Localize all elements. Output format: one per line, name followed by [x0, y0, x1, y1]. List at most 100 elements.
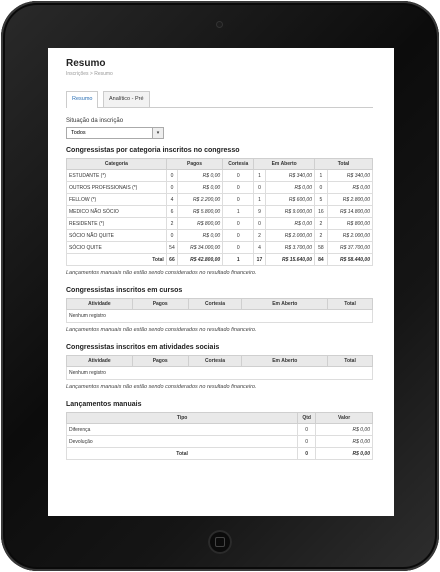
filter-label: Situação da inscrição: [66, 118, 124, 124]
total-row: Total 0 R$ 0,00: [65, 447, 373, 460]
cell: R$ 37.700,00: [326, 241, 374, 254]
cell: R$ 0,00: [326, 181, 374, 194]
cell: 0: [165, 169, 179, 182]
cell: 16: [313, 205, 328, 218]
screen: Resumo Inscrições > Resumo Resumo Analít…: [48, 48, 394, 516]
cell: 0: [222, 241, 255, 254]
col-pagos: Pagos: [131, 298, 189, 310]
cell: 1: [253, 169, 266, 182]
cell: 0: [253, 181, 266, 194]
cell: R$ 3.700,00: [264, 241, 315, 254]
cell: 0: [297, 423, 317, 436]
cell: R$ 2.800,00: [326, 193, 374, 206]
cell: Devolução: [65, 435, 299, 448]
financial-note: Lançamentos manuais não estão sendo cons…: [66, 327, 257, 333]
empty-row: Nenhum registro: [66, 309, 373, 323]
cell: 0: [222, 229, 255, 242]
cell: R$ 0,00: [315, 447, 373, 460]
financial-note: Lançamentos manuais não estão sendo cons…: [66, 270, 257, 276]
cell: 0: [222, 217, 255, 230]
table-row: Diferença 0 R$ 0,00: [65, 423, 373, 436]
table-row: SÓCIO NÃO QUITE 0 R$ 0,00 0 2 R$ 2.000,0…: [66, 229, 374, 242]
cell: 1: [222, 253, 255, 266]
page-title: Resumo: [66, 58, 106, 69]
cursos-table: Atividade Pagos Cortesia Em Aberto Total…: [66, 298, 373, 323]
home-square-icon: [215, 537, 225, 547]
cursos-title: Congressistas inscritos em cursos: [66, 287, 183, 294]
col-em-aberto: Em Aberto: [241, 355, 329, 367]
cell: R$ 58.440,00: [326, 253, 374, 266]
cell: 4: [165, 193, 179, 206]
congressistas-table: Categoria Pagos Cortesia Em Aberto Total…: [66, 158, 374, 266]
table-row: RESIDENTE (*) 2 R$ 800,00 0 0 R$ 0,00 2 …: [66, 217, 374, 230]
cell: 84: [313, 253, 328, 266]
home-button[interactable]: [208, 530, 232, 554]
col-em-aberto: Em Aberto: [253, 158, 315, 170]
cell: 0: [165, 229, 179, 242]
cell: R$ 0,00: [177, 169, 224, 182]
cell: R$ 0,00: [264, 217, 315, 230]
cell: R$ 2.000,00: [326, 229, 374, 242]
table-row: FELLOW (*) 4 R$ 2.200,00 0 1 R$ 600,00 5…: [66, 193, 374, 206]
cell: R$ 34.000,00: [177, 241, 224, 254]
empty-message: Nenhum registro: [66, 366, 373, 380]
cell: 17: [253, 253, 266, 266]
cell: 0: [313, 181, 328, 194]
chevron-down-icon: ▾: [152, 128, 163, 138]
cell: 66: [165, 253, 179, 266]
situacao-select[interactable]: Todos ▾: [66, 127, 164, 139]
col-total: Total: [313, 158, 374, 170]
cell: 9: [253, 205, 266, 218]
tab-resumo[interactable]: Resumo: [66, 91, 99, 108]
cell: Total: [65, 447, 299, 460]
cell: SÓCIO QUITE: [66, 241, 167, 254]
cell: R$ 800,00: [177, 217, 224, 230]
cell: FELLOW (*): [66, 193, 167, 206]
cell: R$ 0,00: [177, 229, 224, 242]
cell: 1: [222, 205, 255, 218]
col-pagos: Pagos: [165, 158, 224, 170]
cell: 2: [253, 229, 266, 242]
manuais-table: Tipo Qtd Valor Diferença 0 R$ 0,00 Devol…: [65, 412, 373, 460]
situacao-select-value: Todos: [71, 130, 86, 136]
col-tipo: Tipo: [65, 412, 299, 424]
cell: R$ 2.200,00: [177, 193, 224, 206]
table-row: OUTROS PROFISSIONAIS (*) 0 R$ 0,00 0 0 R…: [66, 181, 374, 194]
col-pagos: Pagos: [131, 355, 189, 367]
manuais-title: Lançamentos manuais: [66, 401, 142, 408]
cell: 54: [165, 241, 179, 254]
cell: R$ 0,00: [177, 181, 224, 194]
cell: OUTROS PROFISSIONAIS (*): [66, 181, 167, 194]
sociais-title: Congressistas inscritos em atividades so…: [66, 344, 220, 351]
cell: Total: [66, 253, 167, 266]
tab-analitico-pre[interactable]: Analítico - Pré: [103, 91, 150, 107]
cell: 58: [313, 241, 328, 254]
cell: R$ 2.000,00: [264, 229, 315, 242]
col-total: Total: [327, 355, 373, 367]
cell: 0: [165, 181, 179, 194]
cell: R$ 42.800,00: [177, 253, 224, 266]
cell: R$ 15.640,00: [264, 253, 315, 266]
cell: 2: [313, 217, 328, 230]
cell: RESIDENTE (*): [66, 217, 167, 230]
col-atividade: Atividade: [66, 355, 133, 367]
col-cortesia: Cortesia: [222, 158, 255, 170]
cell: 2: [165, 217, 179, 230]
cell: SÓCIO NÃO QUITE: [66, 229, 167, 242]
col-valor: Valor: [315, 412, 373, 424]
cell: 5: [313, 193, 328, 206]
cell: 0: [253, 217, 266, 230]
cell: MEDICO NÃO SÓCIO: [66, 205, 167, 218]
col-em-aberto: Em Aberto: [241, 298, 329, 310]
cell: Diferença: [65, 423, 299, 436]
table-row: Devolução 0 R$ 0,00: [65, 435, 373, 448]
cell: R$ 340,00: [326, 169, 374, 182]
cell: 0: [222, 181, 255, 194]
financial-note: Lançamentos manuais não estão sendo cons…: [66, 384, 257, 390]
col-cortesia: Cortesia: [187, 355, 243, 367]
col-cortesia: Cortesia: [187, 298, 243, 310]
cell: R$ 340,00: [264, 169, 315, 182]
col-atividade: Atividade: [66, 298, 133, 310]
cell: R$ 9.000,00: [264, 205, 315, 218]
cell: ESTUDANTE (*): [66, 169, 167, 182]
